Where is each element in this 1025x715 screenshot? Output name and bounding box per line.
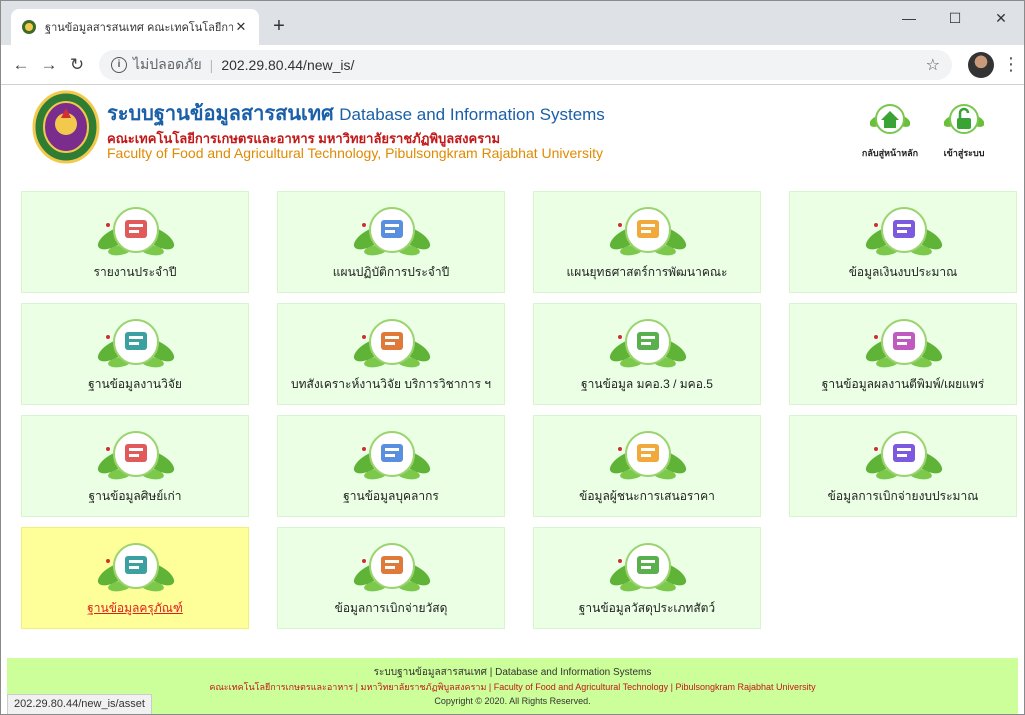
menu-card-label: แผนยุทธศาสตร์การพัฒนาคณะ bbox=[566, 265, 728, 279]
person-icon bbox=[353, 431, 431, 480]
reload-button[interactable]: ↻ bbox=[63, 51, 91, 79]
menu-card-label: ฐานข้อมูลศิษย์เก่า bbox=[88, 489, 182, 503]
livestock-icon bbox=[609, 543, 687, 592]
tab-close-icon[interactable]: ✕ bbox=[233, 19, 249, 35]
publication-icon bbox=[865, 319, 943, 368]
menu-card[interactable]: ฐานข้อมูล มคอ.3 / มคอ.5 bbox=[533, 303, 761, 405]
menu-card[interactable]: ข้อมูลการเบิกจ่ายงบประมาณ bbox=[789, 415, 1017, 517]
menu-card-label: ฐานข้อมูลงานวิจัย bbox=[88, 377, 182, 391]
home-icon bbox=[869, 104, 911, 134]
menu-card[interactable]: ข้อมูลการเบิกจ่ายวัสดุ bbox=[277, 527, 505, 629]
forward-button[interactable]: → bbox=[35, 51, 63, 79]
site-favicon-icon bbox=[22, 20, 36, 34]
menu-card-label: ข้อมูลการเบิกจ่ายวัสดุ bbox=[334, 601, 448, 615]
tab-title: ฐานข้อมูลสารสนเทศ คณะเทคโนโลยีการ bbox=[45, 22, 233, 34]
research-search-icon bbox=[97, 319, 175, 368]
university-logo-icon bbox=[32, 90, 100, 164]
unlock-icon bbox=[943, 104, 985, 134]
budget-map-icon bbox=[865, 207, 943, 256]
menu-card-label: ข้อมูลการเบิกจ่ายงบประมาณ bbox=[827, 489, 979, 503]
menu-card[interactable]: ฐานข้อมูลวัสดุประเภทสัตว์ bbox=[533, 527, 761, 629]
menu-card[interactable]: แผนยุทธศาสตร์การพัฒนาคณะ bbox=[533, 191, 761, 293]
browser-window: ฐานข้อมูลสารสนเทศ คณะเทคโนโลยีการ ✕ + — … bbox=[0, 0, 1025, 715]
menu-card-label: ฐานข้อมูล มคอ.3 / มคอ.5 bbox=[581, 377, 713, 391]
site-title-en: Database and Information Systems bbox=[339, 105, 605, 124]
menu-card-label: แผนปฏิบัติการประจำปี bbox=[332, 265, 450, 279]
home-label: กลับสู่หน้าหลัก bbox=[861, 148, 919, 158]
menu-card-label: ฐานข้อมูลครุภัณฑ์ bbox=[87, 601, 183, 615]
window-controls: — ☐ ✕ bbox=[886, 1, 1024, 35]
menu-card[interactable]: รายงานประจำปี bbox=[21, 191, 249, 293]
site-title-th: ระบบฐานข้อมูลสารสนเทศ bbox=[107, 103, 334, 125]
supplies-icon bbox=[353, 543, 431, 592]
address-toolbar: ← → ↻ i ไม่ปลอดภัย | 202.29.80.44/new_is… bbox=[1, 45, 1024, 85]
menu-card[interactable]: ข้อมูลผู้ชนะการเสนอราคา bbox=[533, 415, 761, 517]
menu-card[interactable]: ฐานข้อมูลผลงานตีพิมพ์/เผยแพร่ bbox=[789, 303, 1017, 405]
menu-card[interactable]: ข้อมูลเงินงบประมาณ bbox=[789, 191, 1017, 293]
address-bar[interactable]: i ไม่ปลอดภัย | 202.29.80.44/new_is/ ☆ bbox=[99, 49, 952, 80]
site-subtitle-en: Faculty of Food and Agricultural Technol… bbox=[107, 145, 603, 161]
coin-hand-icon bbox=[609, 431, 687, 480]
security-label: ไม่ปลอดภัย bbox=[133, 55, 202, 72]
minimize-button[interactable]: — bbox=[886, 1, 932, 35]
profile-avatar[interactable] bbox=[968, 51, 994, 78]
menu-card-label: ฐานข้อมูลบุคลากร bbox=[343, 489, 439, 503]
maximize-button[interactable]: ☐ bbox=[932, 1, 978, 35]
bookmark-star-icon[interactable]: ☆ bbox=[926, 55, 940, 75]
browser-menu-icon[interactable]: ⋮ bbox=[1002, 54, 1020, 75]
menu-card-label: รายงานประจำปี bbox=[93, 265, 177, 279]
plan-meeting-icon bbox=[353, 207, 431, 256]
menu-card[interactable]: ฐานข้อมูลงานวิจัย bbox=[21, 303, 249, 405]
new-tab-button[interactable]: + bbox=[267, 15, 291, 39]
presentation-icon bbox=[353, 319, 431, 368]
report-chart-icon bbox=[97, 207, 175, 256]
back-button[interactable]: ← bbox=[7, 51, 35, 79]
menu-card[interactable]: ฐานข้อมูลบุคลากร bbox=[277, 415, 505, 517]
menu-card-label: ข้อมูลผู้ชนะการเสนอราคา bbox=[579, 489, 715, 503]
home-button[interactable]: กลับสู่หน้าหลัก bbox=[859, 99, 921, 160]
info-icon[interactable]: i bbox=[111, 56, 127, 73]
footer-copyright: Copyright © 2020. All Rights Reserved. bbox=[434, 696, 591, 706]
login-label: เข้าสู่ระบบ bbox=[943, 148, 985, 158]
page-content: ระบบฐานข้อมูลสารสนเทศ Database and Infor… bbox=[1, 85, 1024, 714]
book-graduate-icon bbox=[609, 319, 687, 368]
close-window-button[interactable]: ✕ bbox=[978, 1, 1024, 35]
url-text[interactable]: 202.29.80.44/new_is/ bbox=[221, 57, 925, 73]
footer-line1: ระบบฐานข้อมูลสารสนเทศ | Database and Inf… bbox=[373, 667, 652, 678]
site-header: ระบบฐานข้อมูลสารสนเทศ Database and Infor… bbox=[1, 85, 1024, 183]
menu-card[interactable]: แผนปฏิบัติการประจำปี bbox=[277, 191, 505, 293]
menu-card-label: บทสังเคราะห์งานวิจัย บริการวิชาการ ฯ bbox=[291, 377, 491, 391]
money-chart-icon bbox=[865, 431, 943, 480]
strategy-plan-icon bbox=[609, 207, 687, 256]
divider: | bbox=[209, 56, 214, 73]
menu-card-label: ข้อมูลเงินงบประมาณ bbox=[848, 265, 958, 279]
site-title: ระบบฐานข้อมูลสารสนเทศ Database and Infor… bbox=[107, 97, 605, 129]
browser-tab[interactable]: ฐานข้อมูลสารสนเทศ คณะเทคโนโลยีการ ✕ bbox=[11, 9, 259, 45]
status-bar-url: 202.29.80.44/new_is/asset bbox=[7, 694, 152, 714]
login-button[interactable]: เข้าสู่ระบบ bbox=[933, 99, 995, 160]
menu-card[interactable]: ฐานข้อมูลศิษย์เก่า bbox=[21, 415, 249, 517]
alumni-icon bbox=[97, 431, 175, 480]
menu-card-label: ฐานข้อมูลวัสดุประเภทสัตว์ bbox=[578, 601, 716, 615]
menu-card[interactable]: ฐานข้อมูลครุภัณฑ์ bbox=[21, 527, 249, 629]
menu-card-label: ฐานข้อมูลผลงานตีพิมพ์/เผยแพร่ bbox=[821, 377, 985, 391]
tab-strip: ฐานข้อมูลสารสนเทศ คณะเทคโนโลยีการ ✕ + — … bbox=[1, 1, 1024, 45]
footer-line2: คณะเทคโนโลยีการเกษตรและอาหาร | มหาวิทยาล… bbox=[209, 682, 816, 692]
equipment-icon bbox=[97, 543, 175, 592]
menu-card[interactable]: บทสังเคราะห์งานวิจัย บริการวิชาการ ฯ bbox=[277, 303, 505, 405]
site-footer: ระบบฐานข้อมูลสารสนเทศ | Database and Inf… bbox=[7, 658, 1018, 714]
